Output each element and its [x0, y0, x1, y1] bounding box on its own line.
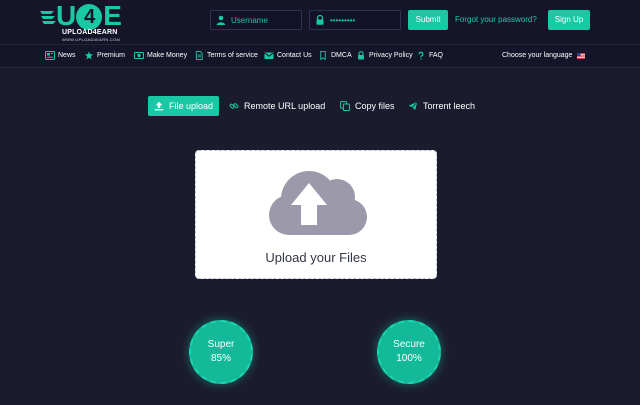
- star-icon: [84, 51, 94, 60]
- username-field[interactable]: [210, 10, 302, 30]
- send-icon: [408, 101, 418, 111]
- nav-item-news[interactable]: News: [45, 51, 76, 60]
- nav-item-faq[interactable]: FAQ: [416, 51, 443, 60]
- logo-mark: U4E: [56, 0, 122, 31]
- newspaper-icon: [45, 51, 55, 60]
- submit-button[interactable]: Submit: [408, 10, 448, 30]
- nav-item-dmca[interactable]: DMCA: [318, 51, 352, 60]
- upload-dropzone[interactable]: Upload your Files: [195, 150, 437, 279]
- user-icon: [216, 15, 226, 25]
- language-label: Choose your language: [502, 52, 573, 59]
- nav-item-terms[interactable]: Terms of service: [194, 51, 258, 60]
- password-field[interactable]: [309, 10, 401, 30]
- nav-label: Privacy Policy: [369, 52, 413, 59]
- nav-label: FAQ: [429, 52, 444, 59]
- bookmark-icon: [320, 51, 326, 60]
- tab-copy-files[interactable]: Copy files: [334, 96, 401, 116]
- question-icon: [418, 51, 424, 60]
- tab-file-upload[interactable]: File upload: [148, 96, 220, 116]
- tab-torrent-leech[interactable]: Torrent leech: [402, 96, 481, 116]
- stat-label: Super: [207, 339, 235, 350]
- upload-prompt: Upload your Files: [265, 250, 367, 265]
- nav-item-privacy[interactable]: Privacy Policy: [356, 51, 413, 60]
- envelope-icon: [264, 52, 274, 59]
- site-header: U4E UPLOAD4EARN WWW.UPLOAD4EARN.COM Subm…: [0, 0, 640, 44]
- nav-item-make-money[interactable]: Make Money: [134, 51, 187, 60]
- link-icon: [229, 103, 239, 109]
- main-nav: News Premium Make Money Terms of service…: [0, 44, 640, 68]
- forgot-password-link[interactable]: Forgot your password?: [455, 15, 537, 24]
- tab-label: Copy files: [355, 101, 395, 111]
- tab-remote-url-upload[interactable]: Remote URL upload: [223, 96, 331, 116]
- nav-label: Make Money: [147, 52, 188, 59]
- language-selector[interactable]: Choose your language: [502, 52, 586, 59]
- logo-name: UPLOAD4EARN: [62, 29, 118, 36]
- stat-badge-secure: Secure 100%: [377, 320, 441, 384]
- username-input[interactable]: [231, 15, 301, 25]
- stat-value: 100%: [396, 353, 422, 364]
- nav-label: Terms of service: [207, 52, 258, 59]
- copy-icon: [340, 101, 350, 111]
- tab-label: File upload: [169, 101, 214, 111]
- money-icon: [134, 52, 144, 59]
- site-logo[interactable]: U4E UPLOAD4EARN WWW.UPLOAD4EARN.COM: [40, 0, 124, 43]
- upload-icon: [154, 101, 164, 111]
- cloud-upload-icon: [269, 171, 367, 235]
- us-flag-icon: [577, 52, 586, 59]
- lock-icon: [358, 51, 364, 60]
- nav-label: News: [58, 52, 76, 59]
- tab-label: Remote URL upload: [244, 101, 326, 111]
- stat-badge-super: Super 85%: [189, 320, 253, 384]
- stat-label: Secure: [393, 339, 425, 350]
- nav-item-contact[interactable]: Contact Us: [264, 51, 312, 60]
- nav-item-premium[interactable]: Premium: [84, 51, 125, 60]
- nav-label: Premium: [97, 52, 126, 59]
- logo-url: WWW.UPLOAD4EARN.COM: [62, 37, 121, 42]
- document-icon: [195, 51, 203, 60]
- nav-label: DMCA: [331, 52, 352, 59]
- stat-value: 85%: [210, 353, 231, 364]
- signup-button[interactable]: Sign Up: [548, 10, 590, 30]
- lock-icon: [316, 15, 324, 25]
- nav-label: Contact Us: [277, 52, 312, 59]
- password-input[interactable]: [330, 15, 400, 25]
- tab-label: Torrent leech: [423, 101, 476, 111]
